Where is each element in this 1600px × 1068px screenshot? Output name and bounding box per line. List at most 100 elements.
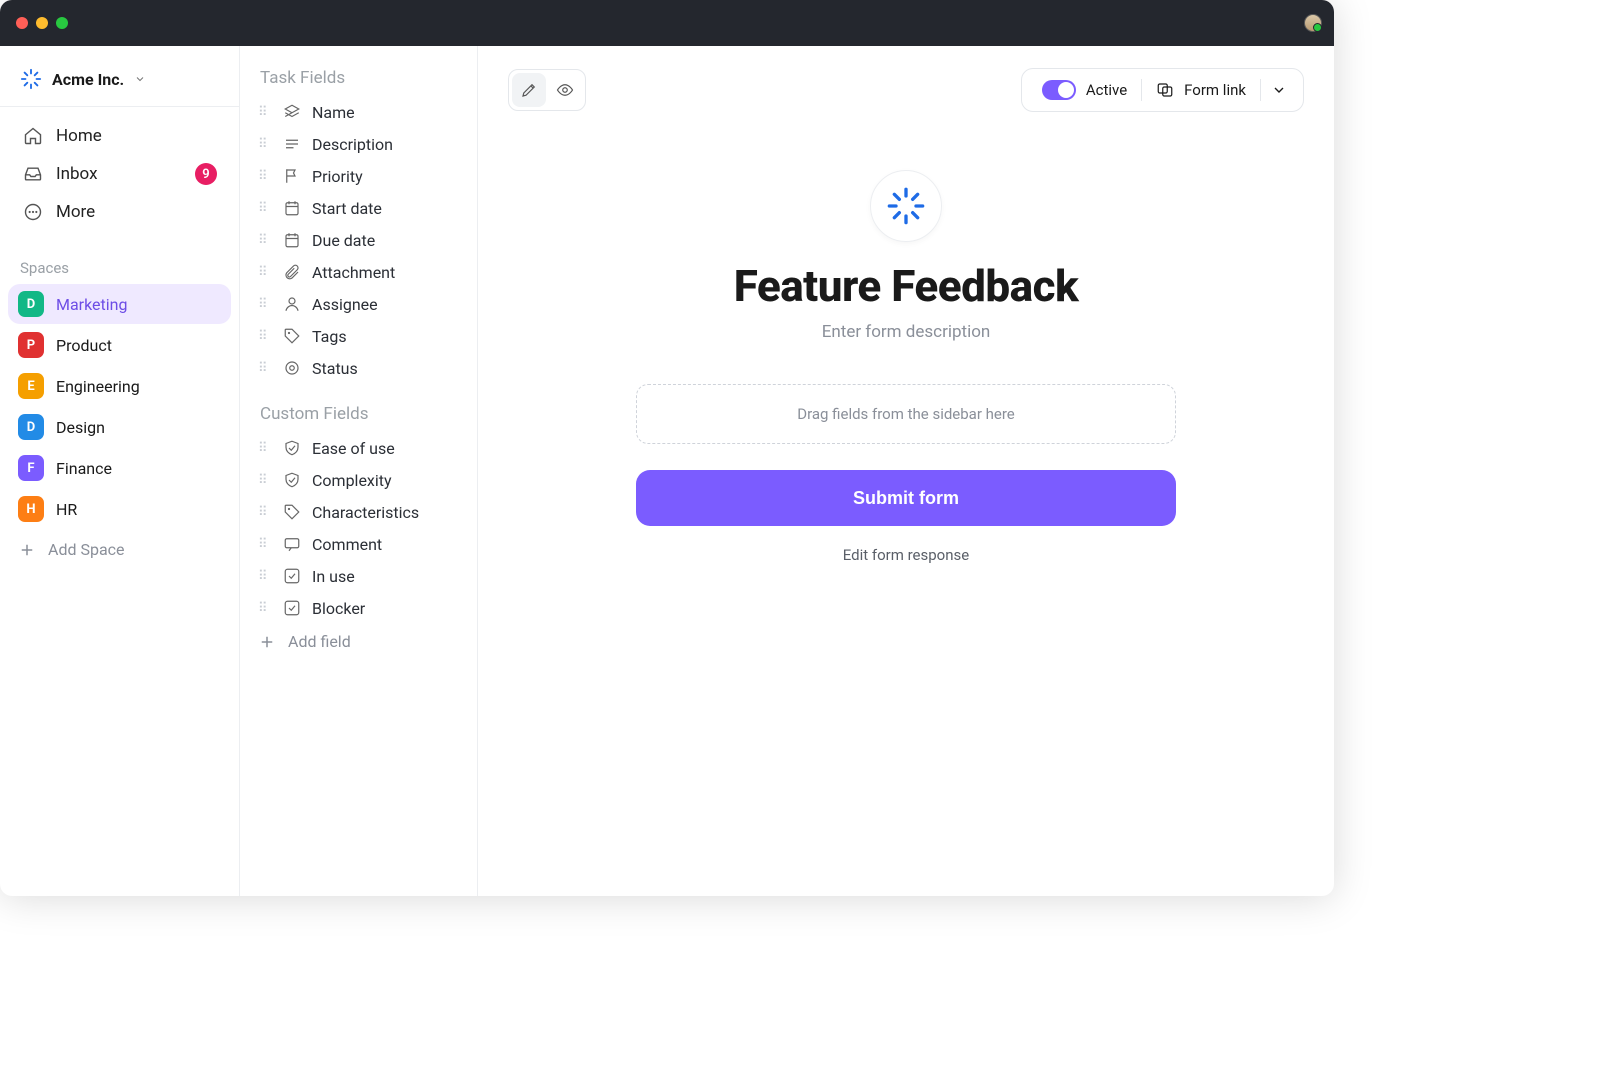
space-item-engineering[interactable]: EEngineering	[8, 366, 231, 406]
form-topbar: Active Form link	[508, 68, 1304, 112]
user-icon	[282, 294, 302, 314]
field-label: Ease of use	[312, 439, 395, 458]
add-space-label: Add Space	[48, 540, 125, 559]
form-link-label: Form link	[1184, 81, 1246, 99]
field-label: Start date	[312, 199, 382, 218]
flag-icon	[282, 166, 302, 186]
mode-toggle-group	[508, 69, 586, 111]
add-field-button[interactable]: Add field	[250, 624, 467, 659]
workspace-name: Acme Inc.	[52, 70, 124, 89]
space-label: Design	[56, 418, 105, 437]
space-item-design[interactable]: DDesign	[8, 407, 231, 447]
task-field-name[interactable]: ⠿Name	[250, 96, 467, 128]
custom-field-comment[interactable]: ⠿ Comment	[250, 528, 467, 560]
nav-more-label: More	[56, 202, 95, 222]
space-badge: H	[18, 496, 44, 522]
sidebar: Acme Inc. Home Inbox 9 More	[0, 46, 240, 896]
dropzone-hint: Drag fields from the sidebar here	[797, 405, 1015, 423]
submit-form-button[interactable]: Submit form	[636, 470, 1176, 526]
space-badge: P	[18, 332, 44, 358]
drag-handle-icon: ⠿	[258, 537, 272, 552]
spaces-list: DMarketingPProductEEngineeringDDesignFFi…	[0, 283, 239, 530]
task-field-start-date[interactable]: ⠿Start date	[250, 192, 467, 224]
space-item-marketing[interactable]: DMarketing	[8, 284, 231, 324]
chevron-down-icon	[1271, 82, 1287, 98]
titlebar	[0, 0, 1334, 46]
window-controls	[16, 17, 68, 29]
space-label: Finance	[56, 459, 112, 478]
field-label: In use	[312, 567, 355, 586]
drag-handle-icon: ⠿	[258, 297, 272, 312]
field-label: Priority	[312, 167, 363, 186]
plus-icon	[18, 541, 36, 559]
space-label: HR	[56, 500, 77, 519]
field-label: Comment	[312, 535, 382, 554]
active-toggle[interactable]: Active	[1028, 73, 1141, 107]
form-link-button[interactable]: Form link	[1142, 73, 1260, 107]
inbox-icon	[22, 163, 44, 185]
layers-icon	[282, 102, 302, 122]
tag-icon	[282, 326, 302, 346]
custom-fields-label: Custom Fields	[250, 402, 467, 432]
space-item-hr[interactable]: H HR	[8, 489, 231, 529]
field-label: Assignee	[312, 295, 378, 314]
fields-dropzone[interactable]: Drag fields from the sidebar here	[636, 384, 1176, 444]
custom-field-ease-of-use[interactable]: ⠿Ease of use	[250, 432, 467, 464]
drag-handle-icon: ⠿	[258, 329, 272, 344]
form-logo[interactable]	[870, 170, 942, 242]
toggle-switch-icon	[1042, 80, 1076, 100]
custom-field-complexity[interactable]: ⠿Complexity	[250, 464, 467, 496]
task-field-assignee[interactable]: ⠿ Assignee	[250, 288, 467, 320]
task-field-tags[interactable]: ⠿Tags	[250, 320, 467, 352]
lines-icon	[282, 134, 302, 154]
plus-icon	[258, 633, 276, 651]
drag-handle-icon: ⠿	[258, 505, 272, 520]
form-preview: Feature Feedback Enter form description …	[508, 112, 1304, 874]
custom-field-characteristics[interactable]: ⠿Characteristics	[250, 496, 467, 528]
edit-mode-button[interactable]	[512, 73, 546, 107]
comment-icon	[282, 534, 302, 554]
eye-icon	[556, 81, 574, 99]
task-field-priority[interactable]: ⠿Priority	[250, 160, 467, 192]
edit-form-response-link[interactable]: Edit form response	[843, 546, 969, 564]
preview-mode-button[interactable]	[548, 73, 582, 107]
close-window-button[interactable]	[16, 17, 28, 29]
maximize-window-button[interactable]	[56, 17, 68, 29]
home-icon	[22, 125, 44, 147]
calendar-icon	[282, 230, 302, 250]
target-icon	[282, 358, 302, 378]
task-field-description[interactable]: ⠿Description	[250, 128, 467, 160]
add-field-label: Add field	[288, 632, 351, 651]
task-field-status[interactable]: ⠿Status	[250, 352, 467, 384]
drag-handle-icon: ⠿	[258, 361, 272, 376]
custom-fields-list: ⠿Ease of use⠿Complexity⠿Characteristics⠿…	[250, 432, 467, 624]
space-item-finance[interactable]: FFinance	[8, 448, 231, 488]
paperclip-icon	[282, 262, 302, 282]
user-avatar[interactable]	[1304, 14, 1322, 32]
task-fields-list: ⠿Name⠿Description⠿Priority⠿Start date⠿Du…	[250, 96, 467, 384]
nav-home[interactable]: Home	[8, 117, 231, 155]
calendar-icon	[282, 198, 302, 218]
task-field-due-date[interactable]: ⠿Due date	[250, 224, 467, 256]
workspace-switcher[interactable]: Acme Inc.	[0, 54, 239, 106]
form-link-dropdown[interactable]	[1261, 73, 1297, 107]
minimize-window-button[interactable]	[36, 17, 48, 29]
primary-nav: Home Inbox 9 More	[0, 107, 239, 249]
pencil-icon	[520, 81, 538, 99]
task-fields-label: Task Fields	[250, 66, 467, 96]
space-label: Marketing	[56, 295, 127, 314]
form-title[interactable]: Feature Feedback	[734, 260, 1079, 312]
space-item-product[interactable]: PProduct	[8, 325, 231, 365]
custom-field-blocker[interactable]: ⠿Blocker	[250, 592, 467, 624]
drag-handle-icon: ⠿	[258, 601, 272, 616]
nav-inbox[interactable]: Inbox 9	[8, 155, 231, 193]
submit-label: Submit form	[853, 488, 959, 509]
active-label: Active	[1086, 81, 1127, 99]
task-field-attachment[interactable]: ⠿Attachment	[250, 256, 467, 288]
custom-field-in-use[interactable]: ⠿In use	[250, 560, 467, 592]
fields-panel: Task Fields ⠿Name⠿Description⠿Priority⠿S…	[240, 46, 478, 896]
check-icon	[282, 566, 302, 586]
nav-more[interactable]: More	[8, 193, 231, 231]
form-description-placeholder[interactable]: Enter form description	[822, 322, 991, 342]
add-space-button[interactable]: Add Space	[0, 530, 239, 569]
